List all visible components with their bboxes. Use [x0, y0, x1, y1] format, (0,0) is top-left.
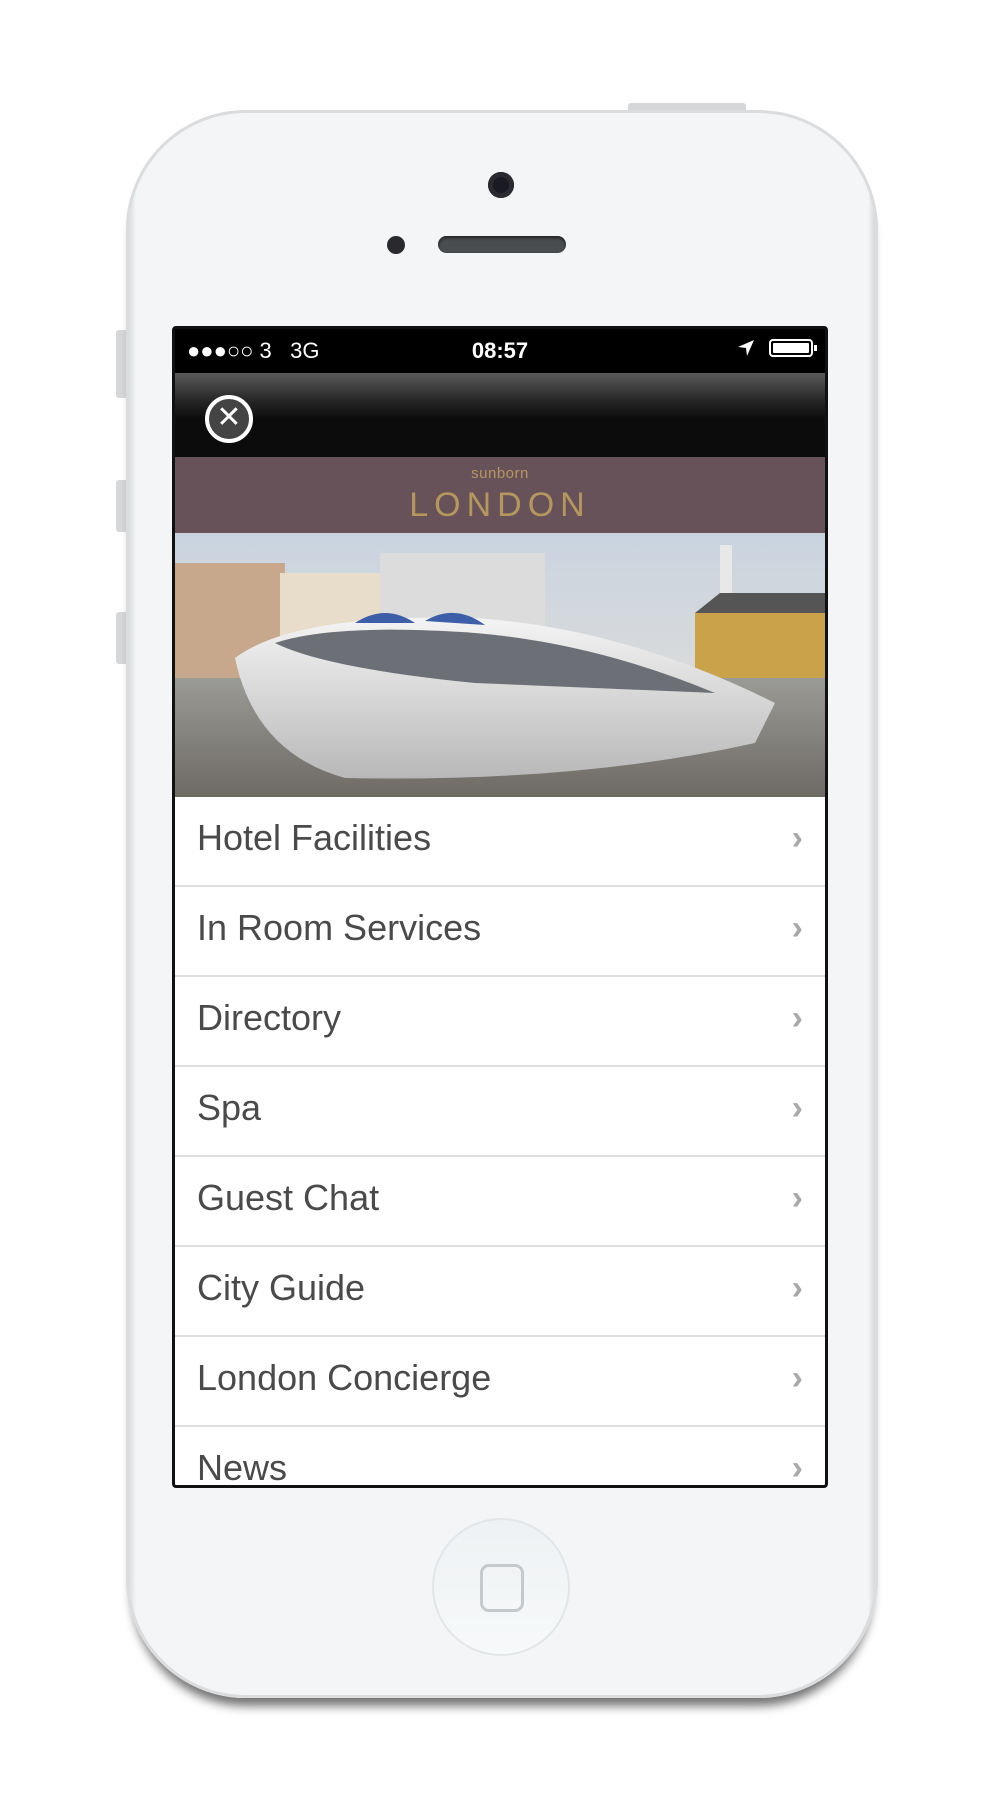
menu-item-guest-chat[interactable]: Guest Chat ›	[175, 1157, 825, 1247]
brand-name: sunborn	[471, 465, 529, 482]
menu-item-label: Guest Chat	[197, 1177, 380, 1218]
chevron-right-icon: ›	[791, 909, 803, 947]
home-button[interactable]	[432, 1518, 570, 1656]
brand-header: sunborn LONDON	[175, 457, 825, 533]
clock: 08:57	[471, 338, 529, 363]
front-camera	[488, 172, 514, 198]
location-arrow-icon	[738, 340, 754, 356]
chevron-right-icon: ›	[791, 1089, 803, 1127]
volume-up-button	[116, 480, 126, 532]
menu-list: Hotel Facilities › In Room Services › Dire…	[175, 797, 825, 1488]
menu-item-label: News	[197, 1447, 288, 1488]
chevron-right-icon: ›	[791, 1179, 803, 1217]
screen: ●●●○○ 3 3G 08:57 ✕ sunborn LONDON Hotel …	[172, 326, 828, 1488]
mute-switch	[116, 330, 126, 398]
proximity-sensor	[387, 236, 405, 254]
battery-full-icon	[769, 339, 817, 357]
nav-bar: ✕	[175, 373, 825, 457]
menu-item-city-guide[interactable]: City Guide ›	[175, 1247, 825, 1337]
menu-item-directory[interactable]: Directory ›	[175, 977, 825, 1067]
menu-item-label: London Concierge	[197, 1357, 492, 1398]
brand-location: LONDON	[409, 486, 591, 524]
menu-item-label: City Guide	[197, 1267, 366, 1308]
menu-item-london-concierge[interactable]: London Concierge ›	[175, 1337, 825, 1427]
chevron-right-icon: ›	[791, 1269, 803, 1307]
close-circle-icon[interactable]: ✕	[205, 395, 253, 443]
hero-image-yacht-hotel	[175, 533, 825, 797]
chevron-right-icon: ›	[791, 1359, 803, 1397]
status-bar: ●●●○○ 3 3G 08:57	[175, 329, 825, 373]
earpiece-speaker	[438, 236, 566, 253]
volume-down-button	[116, 612, 126, 664]
menu-item-label: Hotel Facilities	[197, 817, 432, 858]
menu-item-news[interactable]: News ›	[175, 1427, 825, 1488]
menu-item-in-room-services[interactable]: In Room Services ›	[175, 887, 825, 977]
menu-item-label: In Room Services	[197, 907, 482, 948]
chevron-right-icon: ›	[791, 999, 803, 1037]
menu-item-label: Directory	[197, 997, 342, 1038]
chevron-right-icon: ›	[791, 1449, 803, 1487]
menu-item-spa[interactable]: Spa ›	[175, 1067, 825, 1157]
home-square-icon	[480, 1564, 524, 1612]
menu-item-label: Spa	[197, 1087, 262, 1128]
menu-item-hotel-facilities[interactable]: Hotel Facilities ›	[175, 797, 825, 887]
chevron-right-icon: ›	[791, 819, 803, 857]
